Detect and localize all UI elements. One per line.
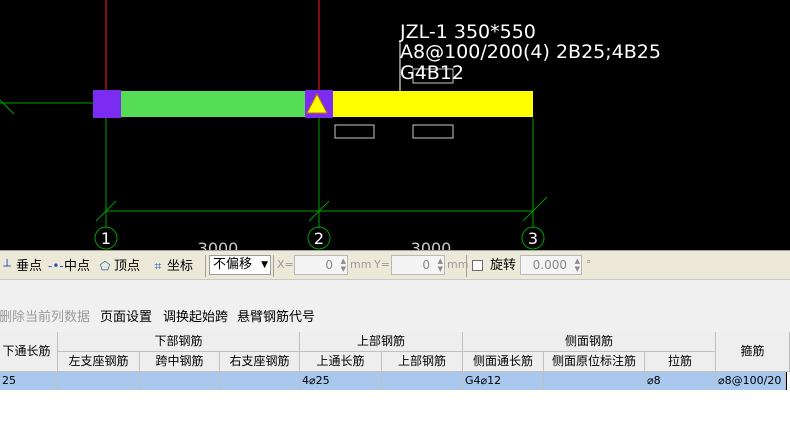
header-stirrup[interactable]: 箍筋 [716,332,790,372]
header-bottom-through[interactable]: 下通长筋 [0,332,58,372]
snap-midpoint-button[interactable]: -•-中点 [48,256,90,276]
toolbar-separator [273,255,274,277]
cad-drawing-area[interactable]: 1 2 3 3000 3000 JZL-1 350*550 A8@100/200… [0,0,790,250]
header-mid-span[interactable]: 跨中钢筋 [140,352,220,372]
x-unit-label: mm [350,258,372,271]
rotate-unit-label: ° [586,258,592,271]
snap-midpoint-label: 中点 [64,259,91,274]
coordinate-icon: ⌗ [154,259,162,273]
toolbar-separator [466,255,467,277]
beam-label: JZL-1 350*550 [399,21,536,43]
header-tie-bar[interactable]: 拉筋 [645,352,716,372]
y-offset-input[interactable]: 0 ▲ ▼ [391,255,445,275]
x-offset-value: 0 [325,258,333,272]
cell-left-support[interactable] [58,372,140,390]
axis-number-1: 1 [101,229,111,248]
midpoint-icon: -•- [48,259,64,273]
rotate-label: 旋转 [490,258,517,273]
header-side-rebar[interactable]: 侧面钢筋 [463,332,716,352]
header-bottom-rebar[interactable]: 下部钢筋 [58,332,300,352]
toolbar-separator [205,255,206,277]
snap-perpendicular-label: 垂点 [16,259,43,274]
delete-column-data-button[interactable]: 删除当前列数据 [0,309,90,327]
header-right-support[interactable]: 右支座钢筋 [220,352,300,372]
header-top-rebar[interactable]: 上部钢筋 [300,332,463,352]
offset-select-value: 不偏移 [213,257,253,272]
stirrup-annotation: A8@100/200(4) 2B25;4B25 [400,41,661,63]
cantilever-rebar-code-button[interactable]: 悬臂钢筋代号 [237,309,315,327]
rotate-input[interactable]: 0.000 ▲ ▼ [520,255,582,275]
y-offset-value: 0 [422,258,430,272]
header-side-original[interactable]: 侧面原位标注筋 [544,352,645,372]
vertex-icon: ⬠ [99,259,111,273]
swap-start-span-button[interactable]: 调换起始跨 [163,309,228,327]
offset-select[interactable]: 不偏移 ▼ [209,255,271,275]
axis-number-3: 3 [528,229,538,248]
rotate-checkbox[interactable] [472,260,483,271]
chevron-down-icon: ▼ [261,260,268,270]
snap-coordinate-button[interactable]: ⌗ 坐标 [151,256,193,276]
snap-perpendicular-button[interactable]: ┴ 垂点 [0,256,42,276]
table-command-bar: 删除当前列数据 页面设置 调换起始跨 悬臂钢筋代号 [0,306,790,330]
rotate-value: 0.000 [532,258,567,272]
cell-top-through[interactable]: 4⌀25 [300,372,382,390]
snap-coordinate-label: 坐标 [167,259,194,274]
cell-side-original[interactable] [544,372,645,390]
drawing-background [0,0,790,250]
cell-side-through[interactable]: G4⌀12 [463,372,544,390]
span-dimension-1: 3000 [198,239,239,250]
spinner-icon: ▲ ▼ [437,257,443,273]
span-dimension-2: 3000 [411,239,452,250]
cell-bottom-through[interactable]: 25 [0,372,58,390]
axis-number-2: 2 [314,229,324,248]
header-top-through[interactable]: 上通长筋 [300,352,382,372]
header-side-through[interactable]: 侧面通长筋 [463,352,544,372]
spinner-icon: ▲ ▼ [574,257,580,273]
edit-cursor [786,372,790,390]
rebar-table: 下通长筋 下部钢筋 上部钢筋 侧面钢筋 箍筋 左支座钢筋 跨中钢筋 右支座钢筋 … [0,332,790,428]
blank-toolbar-strip [0,280,790,306]
snap-vertex-label: 顶点 [114,259,141,274]
header-top-rebar-sub[interactable]: 上部钢筋 [382,352,463,372]
header-left-support[interactable]: 左支座钢筋 [58,352,140,372]
side-bar-annotation: G4B12 [400,62,464,84]
x-offset-label: X= [277,258,294,271]
cell-right-support[interactable] [220,372,300,390]
cell-stirrup[interactable]: ⌀8@100/20 [716,372,786,390]
support-1[interactable] [93,90,121,118]
cell-top-rebar[interactable] [382,372,463,390]
cell-tie-bar[interactable]: ⌀8 [645,372,716,390]
beam-span-1[interactable] [106,91,319,117]
snap-vertex-button[interactable]: ⬠ 顶点 [98,256,140,276]
y-offset-label: Y= [374,258,390,271]
x-offset-input[interactable]: 0 ▲ ▼ [294,255,348,275]
cell-mid-span[interactable] [140,372,220,390]
snap-toolbar: ┴ 垂点 -•-中点 ⬠ 顶点 ⌗ 坐标 不偏移 ▼ X= 0 ▲ ▼ mm Y= 0 … [0,250,790,280]
perpendicular-icon: ┴ [3,259,11,273]
page-setup-button[interactable]: 页面设置 [100,309,152,327]
beam-span-2[interactable] [319,91,533,117]
spinner-icon: ▲ ▼ [340,257,346,273]
